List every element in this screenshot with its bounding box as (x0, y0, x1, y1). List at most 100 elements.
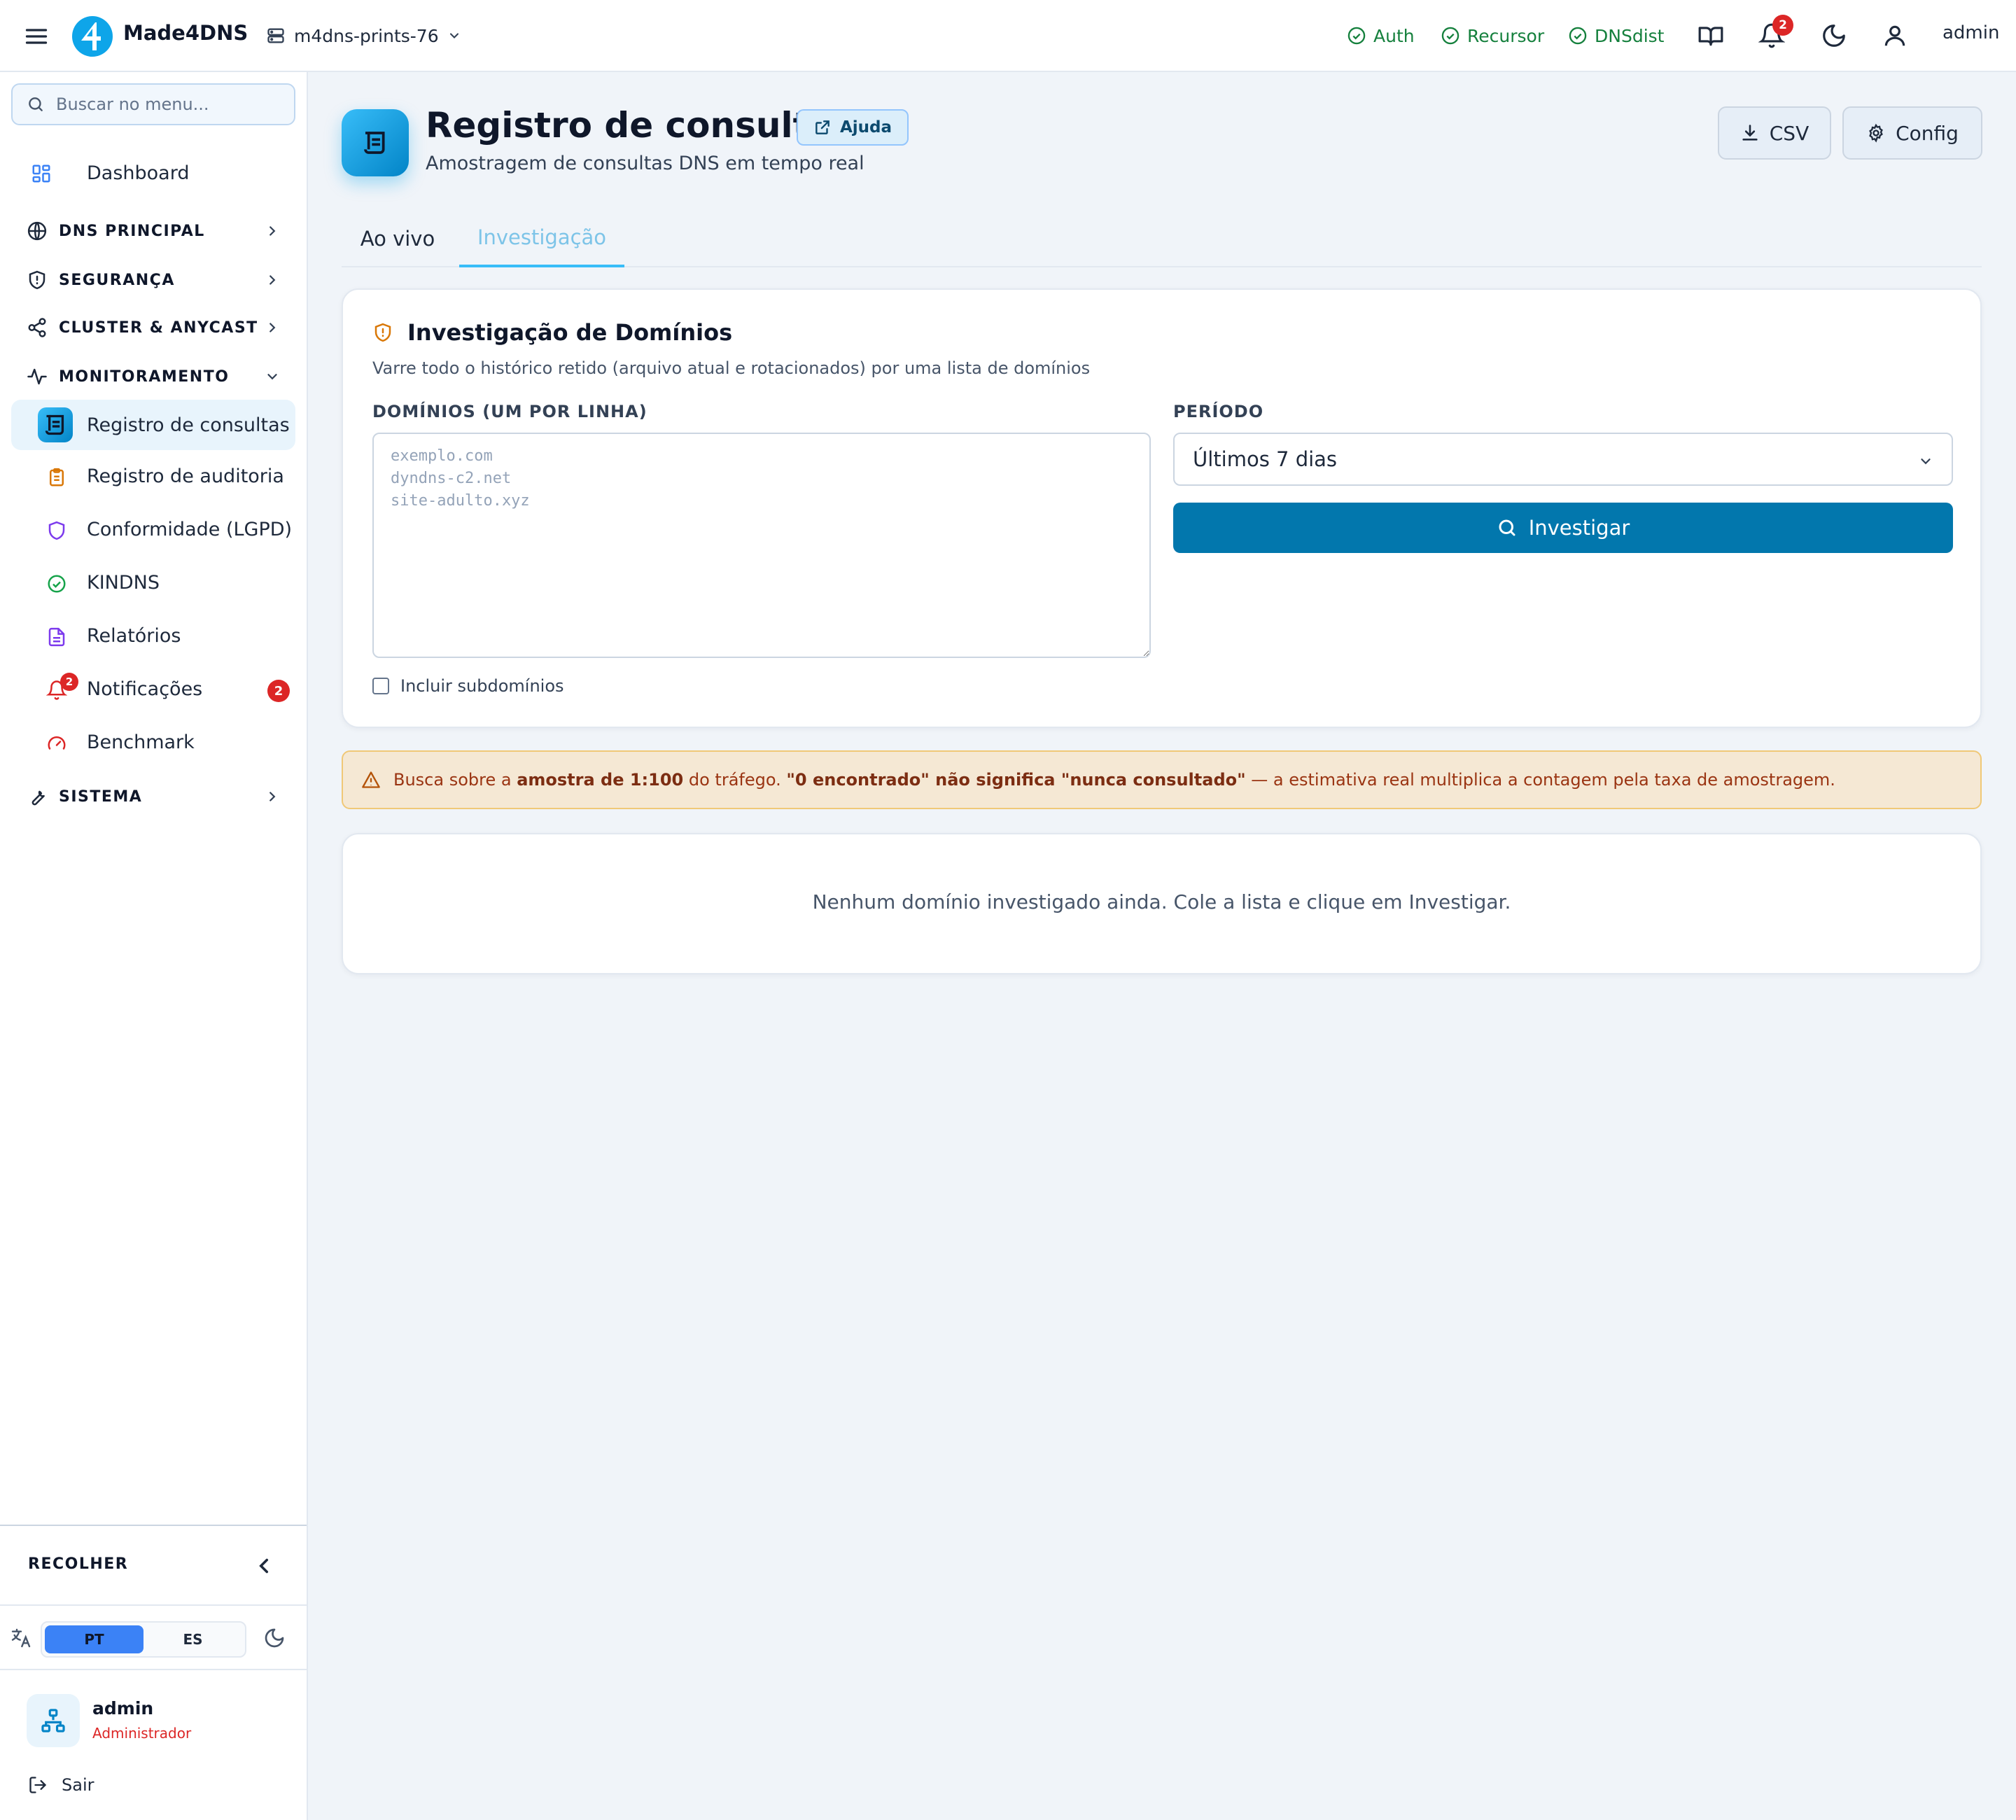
chevron-down-icon (447, 29, 461, 43)
sidebar-item-notifications[interactable]: 2 Notificações 2 (11, 666, 295, 715)
sidebar: Dashboard DNS PRINCIPAL SEGURANÇA CLUSTE… (0, 72, 308, 1820)
section-label: DNS PRINCIPAL (59, 222, 205, 240)
moon-icon[interactable] (263, 1627, 286, 1649)
status-label: Auth (1373, 25, 1415, 46)
config-button[interactable]: Config (1842, 106, 1982, 160)
card-description: Varre todo o histórico retido (arquivo a… (372, 358, 1091, 378)
help-label: Ajuda (840, 118, 892, 136)
gauge-icon (46, 733, 67, 754)
period-value: Últimos 7 dias (1193, 447, 1338, 471)
subdomains-label: Incluir subdomínios (400, 676, 564, 696)
csv-export-button[interactable]: CSV (1718, 106, 1831, 160)
domains-label: DOMÍNIOS (UM POR LINHA) (372, 402, 648, 421)
server-icon (266, 26, 286, 46)
chevron-right-icon (265, 223, 280, 239)
collapse-sidebar-button[interactable]: RECOLHER (0, 1525, 307, 1604)
sidebar-item-label: Relatórios (87, 625, 181, 647)
tab-investigation[interactable]: Investigação (459, 210, 624, 267)
warning-text: Busca sobre a amostra de 1:100 do tráfeg… (393, 770, 1835, 790)
warning-emphasis: "0 encontrado" não significa "nunca cons… (786, 770, 1246, 790)
tab-live[interactable]: Ao vivo (342, 210, 454, 267)
chevron-down-icon (1918, 454, 1933, 469)
menu-icon[interactable] (24, 24, 49, 49)
page-title: Registro de consultas (426, 105, 855, 146)
notification-count-badge: 2 (1772, 15, 1793, 36)
warning-sample-rate: amostra de 1:100 (517, 770, 684, 790)
language-option-pt[interactable]: PT (45, 1625, 144, 1653)
status-label: Recursor (1467, 25, 1545, 46)
sidebar-item-label: Registro de consultas (87, 414, 290, 436)
tab-bar: Ao vivo Investigação (342, 210, 1982, 267)
sidebar-item-label: Benchmark (87, 732, 195, 753)
period-select[interactable]: Últimos 7 dias (1173, 433, 1953, 486)
help-button[interactable]: Ajuda (797, 109, 909, 146)
section-label: SEGURANÇA (59, 271, 175, 289)
sidebar-item-dashboard[interactable]: Dashboard (11, 148, 295, 198)
logout-button[interactable]: Sair (28, 1775, 94, 1795)
investigation-card: Investigação de Domínios Varre todo o hi… (342, 288, 1982, 728)
sidebar-item-kindns[interactable]: KINDNS (11, 559, 295, 608)
sidebar-search-input[interactable] (56, 94, 280, 114)
shield-icon (46, 520, 67, 541)
check-circle-icon (46, 573, 67, 594)
status-auth[interactable]: Auth (1347, 21, 1415, 50)
sidebar-item-benchmark[interactable]: Benchmark (11, 719, 295, 768)
server-selector[interactable]: m4dns-prints-76 (266, 21, 461, 50)
warning-text-post: — a estimativa real multiplica a contage… (1245, 770, 1835, 790)
language-option-es[interactable]: ES (144, 1625, 242, 1653)
check-circle-icon (1568, 26, 1588, 46)
csv-label: CSV (1769, 121, 1809, 145)
notification-count-badge: 2 (267, 680, 290, 702)
sidebar-item-compliance[interactable]: Conformidade (LGPD) (11, 506, 295, 555)
sidebar-section-monitoring[interactable]: MONITORAMENTO (11, 355, 295, 398)
sidebar-section-security[interactable]: SEGURANÇA (11, 258, 295, 302)
shield-alert-icon (372, 322, 393, 343)
chevron-right-icon (265, 272, 280, 288)
user-name: admin (92, 1698, 154, 1718)
sidebar-item-label: Conformidade (LGPD) (87, 519, 293, 540)
sidebar-item-query-log[interactable]: Registro de consultas (11, 400, 295, 450)
sidebar-item-label: Notificações (87, 678, 203, 700)
warning-text-pre: Busca sobre a (393, 770, 517, 790)
shield-alert-icon (27, 270, 48, 290)
section-label: CLUSTER & ANYCAST (59, 318, 258, 337)
domains-textarea[interactable] (372, 433, 1151, 658)
share-nodes-icon (27, 317, 48, 338)
sidebar-section-dns[interactable]: DNS PRINCIPAL (11, 209, 295, 253)
sidebar-section-system[interactable]: SISTEMA (11, 775, 295, 818)
user-icon[interactable] (1882, 22, 1908, 49)
card-title-text: Investigação de Domínios (407, 319, 733, 346)
results-card: Nenhum domínio investigado ainda. Cole a… (342, 833, 1982, 974)
investigate-button[interactable]: Investigar (1173, 503, 1953, 553)
globe-icon (27, 220, 48, 241)
warning-text-mid: do tráfego. (683, 770, 787, 790)
moon-icon[interactable] (1821, 22, 1847, 49)
logout-label: Sair (62, 1775, 94, 1795)
sampling-warning: Busca sobre a amostra de 1:100 do tráfeg… (342, 750, 1982, 809)
language-row: PT ES (0, 1604, 307, 1669)
sidebar-item-label: Registro de auditoria (87, 465, 284, 487)
book-open-icon[interactable] (1698, 22, 1724, 49)
chevron-left-icon (252, 1554, 276, 1578)
user-panel: admin Administrador Sair (0, 1669, 307, 1820)
sidebar-item-audit-log[interactable]: Registro de auditoria (11, 453, 295, 502)
status-dnsdist[interactable]: DNSdist (1568, 21, 1664, 50)
made4dns-logo-icon (71, 15, 113, 57)
search-icon (27, 95, 45, 113)
file-text-icon (46, 626, 67, 648)
user-role: Administrador (92, 1725, 192, 1742)
status-recursor[interactable]: Recursor (1441, 21, 1544, 50)
header-username[interactable]: admin (1942, 22, 1999, 43)
subdomains-checkbox[interactable] (372, 678, 389, 694)
activity-icon (27, 366, 48, 387)
avatar[interactable] (27, 1694, 80, 1747)
empty-state-text: Nenhum domínio investigado ainda. Cole a… (812, 890, 1511, 913)
sidebar-section-cluster[interactable]: CLUSTER & ANYCAST (11, 306, 295, 349)
sidebar-item-reports[interactable]: Relatórios (11, 612, 295, 662)
clipboard-icon (46, 467, 67, 488)
sidebar-item-label: KINDNS (87, 572, 160, 594)
collapse-label: RECOLHER (28, 1555, 129, 1573)
check-circle-icon (1441, 26, 1460, 46)
scroll-icon (342, 109, 409, 176)
language-toggle: PT ES (41, 1621, 246, 1658)
